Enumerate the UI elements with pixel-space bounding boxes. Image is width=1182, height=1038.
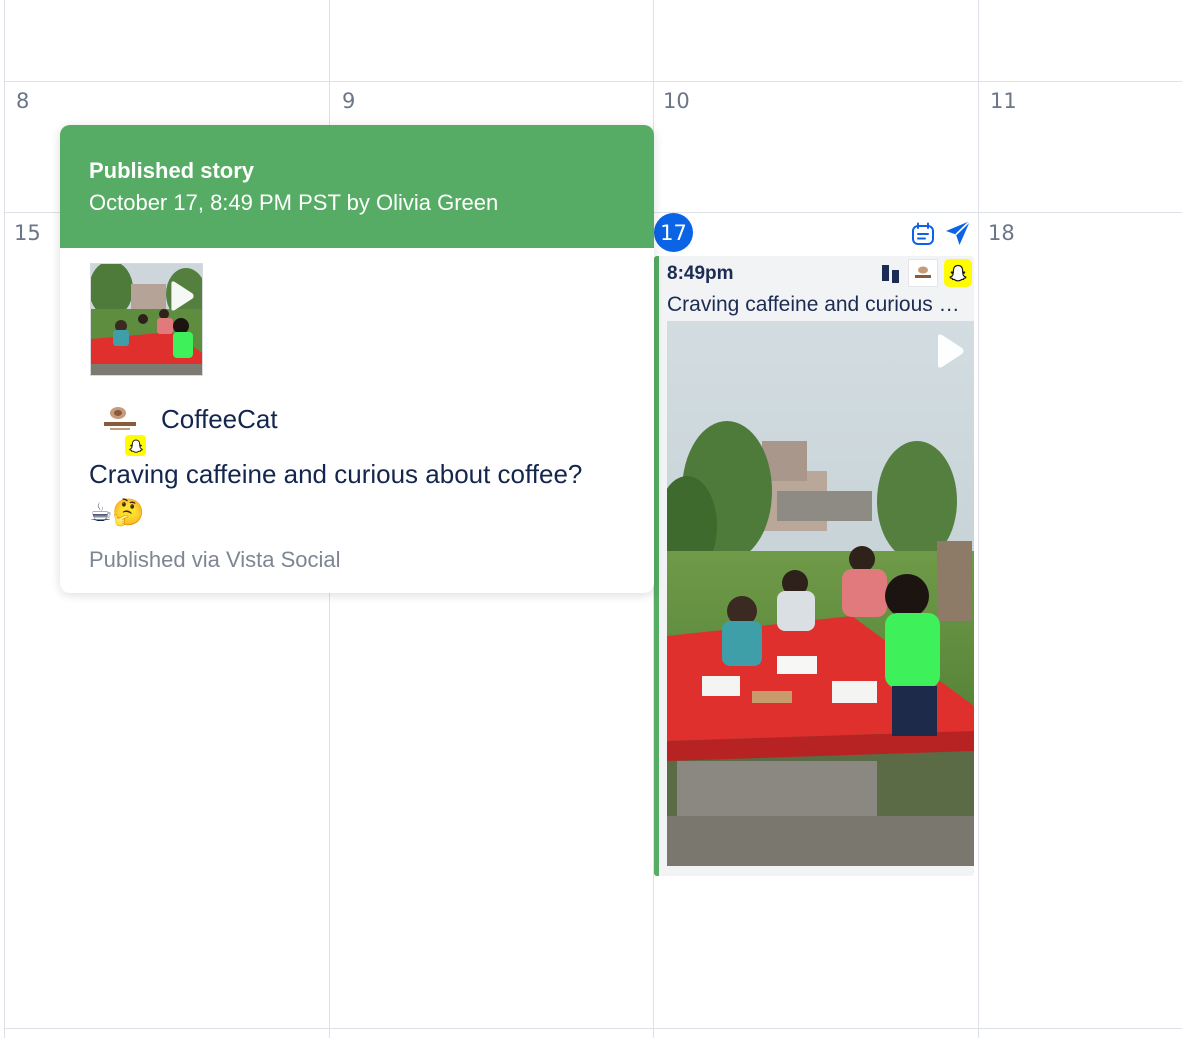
day-number[interactable]: 18 [988, 221, 1015, 245]
day-number[interactable]: 11 [990, 89, 1017, 113]
play-icon[interactable] [933, 333, 965, 369]
day-number[interactable]: 10 [663, 89, 690, 113]
calendar-note-icon[interactable] [909, 220, 937, 248]
grid-line [978, 0, 979, 1038]
day-number[interactable]: 8 [16, 89, 29, 113]
account-name[interactable]: CoffeeCat [161, 404, 278, 435]
grid-line [4, 0, 5, 1038]
popover-thumbnail[interactable] [90, 263, 203, 376]
play-icon[interactable] [167, 280, 195, 312]
coffeecat-logo [908, 259, 938, 287]
account-avatar [100, 405, 150, 459]
popover-subtitle: October 17, 8:49 PM PST by Olivia Green [89, 190, 499, 215]
bar-chart-icon[interactable] [880, 262, 902, 284]
today-day-badge[interactable]: 17 [654, 213, 693, 252]
coffeecat-logo [100, 405, 140, 435]
popover-post-text: Craving caffeine and curious about coffe… [89, 459, 583, 527]
post-text: Craving caffeine and curious about coffe… [667, 293, 969, 316]
day-number[interactable]: 9 [342, 89, 355, 113]
popover-title: Published story [89, 158, 255, 183]
snapchat-icon [944, 259, 972, 287]
popover-header: Published story October 17, 8:49 PM PST … [60, 125, 654, 248]
published-via-label: Published via Vista Social [89, 547, 341, 572]
day-number[interactable]: 15 [14, 221, 41, 245]
send-icon[interactable] [944, 219, 972, 247]
post-preview-popover: Published story October 17, 8:49 PM PST … [60, 125, 654, 593]
post-time: 8:49pm [667, 263, 734, 284]
calendar-post-card[interactable]: 8:49pm Craving caffeine and curious abou… [654, 256, 974, 876]
snapchat-icon [125, 435, 146, 456]
grid-line [4, 1028, 1182, 1029]
grid-line [4, 81, 1182, 82]
post-image[interactable] [667, 321, 974, 866]
post-icons [880, 259, 972, 287]
